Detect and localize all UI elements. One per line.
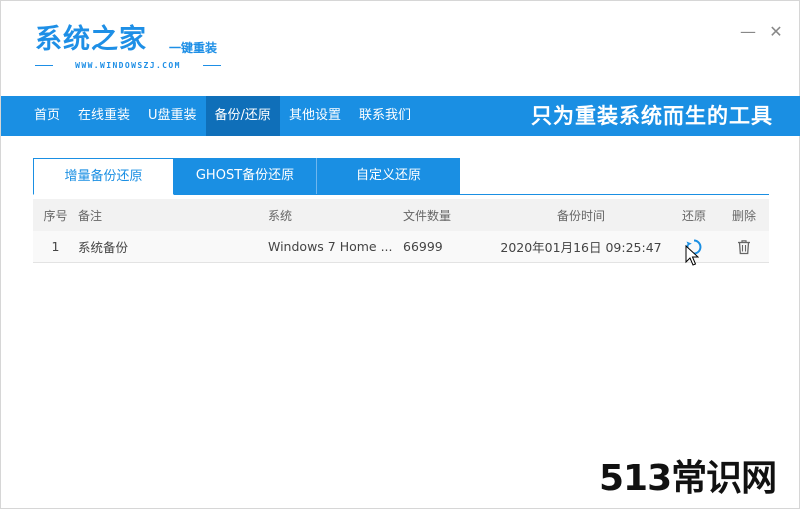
close-button[interactable]: ✕ [767, 23, 785, 41]
header-time: 备份时间 [556, 208, 605, 223]
tab-bar: 增量备份还原 GHOST备份还原 自定义还原 [33, 158, 769, 195]
header-no: 序号 [43, 208, 68, 223]
header-restore: 还原 [681, 208, 706, 223]
backup-table: 序号 备注 系统 文件数量 备份时间 还原 删除 1 系统备份 Windows … [33, 199, 769, 263]
logo-url: WWW.WINDOWSZJ.COM [75, 61, 181, 70]
tab-incremental-backup[interactable]: 增量备份还原 [33, 158, 174, 195]
trash-icon[interactable] [735, 238, 753, 256]
table-header: 序号 备注 系统 文件数量 备份时间 还原 删除 [33, 199, 769, 231]
logo: 系统之家 一键重装 WWW.WINDOWSZJ.COM [35, 23, 221, 70]
watermark: 513常识网 [599, 458, 777, 499]
app-window: 系统之家 一键重装 WWW.WINDOWSZJ.COM — ✕ 首页 在线重装 … [0, 0, 800, 509]
nav-item-usb-reinstall[interactable]: U盘重装 [139, 96, 206, 136]
nav-item-other-settings[interactable]: 其他设置 [280, 96, 350, 136]
delete-cell [719, 238, 769, 256]
row-no: 1 [51, 239, 60, 254]
nav-item-backup-restore[interactable]: 备份/还原 [205, 96, 280, 136]
header-note: 备注 [78, 208, 103, 223]
logo-title: 系统之家 [35, 24, 147, 55]
row-time: 2020年01月16日 09:25:47 [500, 240, 662, 255]
nav-items: 首页 在线重装 U盘重装 备份/还原 其他设置 联系我们 [25, 96, 420, 136]
logo-line-right [203, 65, 221, 66]
tab-ghost-backup[interactable]: GHOST备份还原 [174, 158, 317, 194]
row-count: 66999 [403, 239, 443, 254]
table-row: 1 系统备份 Windows 7 Home ... 66999 2020年01月… [33, 231, 769, 263]
nav-item-home[interactable]: 首页 [25, 96, 69, 136]
logo-subtitle: 一键重装 [169, 41, 218, 55]
mouse-cursor-icon [685, 245, 699, 266]
minimize-button[interactable]: — [739, 23, 757, 41]
row-system: Windows 7 Home ... [268, 239, 393, 254]
nav-item-online-reinstall[interactable]: 在线重装 [69, 96, 139, 136]
header-count: 文件数量 [403, 208, 452, 223]
row-note: 系统备份 [78, 240, 129, 255]
nav-bar: 首页 在线重装 U盘重装 备份/还原 其他设置 联系我们 只为重装系统而生的工具 [1, 96, 800, 136]
logo-url-row: WWW.WINDOWSZJ.COM [35, 61, 221, 70]
header-delete: 删除 [731, 208, 756, 223]
header-system: 系统 [268, 208, 293, 223]
tab-custom-restore[interactable]: 自定义还原 [317, 158, 460, 194]
logo-line-left [35, 65, 53, 66]
nav-item-contact-us[interactable]: 联系我们 [350, 96, 420, 136]
slogan: 只为重装系统而生的工具 [531, 104, 773, 128]
